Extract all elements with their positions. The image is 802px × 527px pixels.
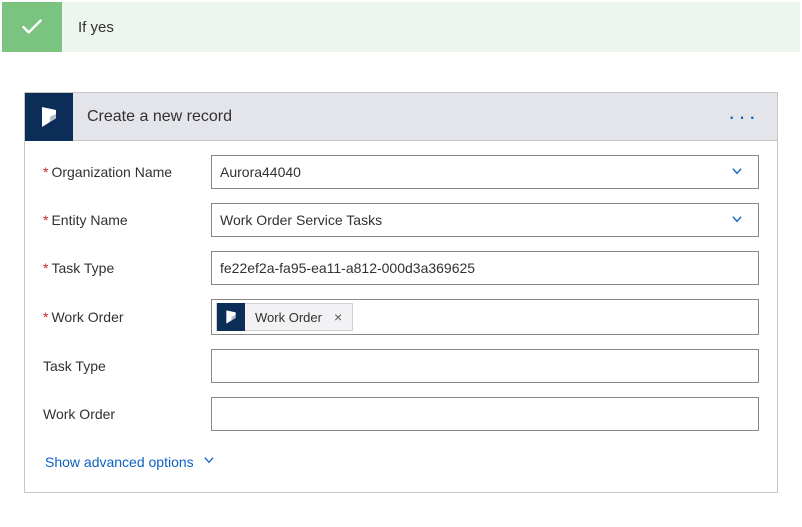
advanced-label: Show advanced options <box>45 454 194 470</box>
token-remove-button[interactable]: × <box>332 309 352 325</box>
work-order-label: Work Order <box>43 406 211 422</box>
task-type-input[interactable] <box>211 349 759 383</box>
org-select[interactable]: Aurora44040 <box>211 155 759 189</box>
chevron-down-icon <box>724 164 750 181</box>
show-advanced-options-link[interactable]: Show advanced options <box>45 453 216 470</box>
card-menu-button[interactable]: ··· <box>720 106 767 128</box>
dynamics-icon <box>217 303 245 331</box>
condition-header[interactable]: If yes <box>2 2 800 52</box>
task-type-req-input[interactable]: fe22ef2a-fa95-ea11-a812-000d3a369625 <box>211 251 759 285</box>
condition-title: If yes <box>62 19 114 36</box>
chevron-down-icon <box>202 453 216 470</box>
field-work-order: Work Order <box>43 397 759 431</box>
work-order-input[interactable] <box>211 397 759 431</box>
task-type-label: Task Type <box>43 358 211 374</box>
work-order-req-input[interactable]: Work Order × <box>211 299 759 335</box>
org-value: Aurora44040 <box>220 164 724 180</box>
token-label: Work Order <box>245 310 332 325</box>
check-icon <box>2 2 62 52</box>
field-entity-name: Entity Name Work Order Service Tasks <box>43 203 759 237</box>
work-order-token[interactable]: Work Order × <box>216 303 353 331</box>
field-task-type-required: Task Type fe22ef2a-fa95-ea11-a812-000d3a… <box>43 251 759 285</box>
chevron-down-icon <box>724 212 750 229</box>
entity-label: Entity Name <box>43 212 211 228</box>
entity-value: Work Order Service Tasks <box>220 212 724 228</box>
field-work-order-required: Work Order Work Order × <box>43 299 759 335</box>
entity-select[interactable]: Work Order Service Tasks <box>211 203 759 237</box>
dynamics-icon <box>25 93 73 141</box>
field-task-type: Task Type <box>43 349 759 383</box>
task-type-req-label: Task Type <box>43 260 211 276</box>
task-type-req-value: fe22ef2a-fa95-ea11-a812-000d3a369625 <box>220 260 750 276</box>
card-body: Organization Name Aurora44040 Entity Nam… <box>25 141 777 492</box>
action-card: Create a new record ··· Organization Nam… <box>24 92 778 493</box>
org-label: Organization Name <box>43 164 211 180</box>
field-organization-name: Organization Name Aurora44040 <box>43 155 759 189</box>
card-header[interactable]: Create a new record ··· <box>25 93 777 141</box>
work-order-req-label: Work Order <box>43 309 211 325</box>
card-title: Create a new record <box>73 108 720 126</box>
